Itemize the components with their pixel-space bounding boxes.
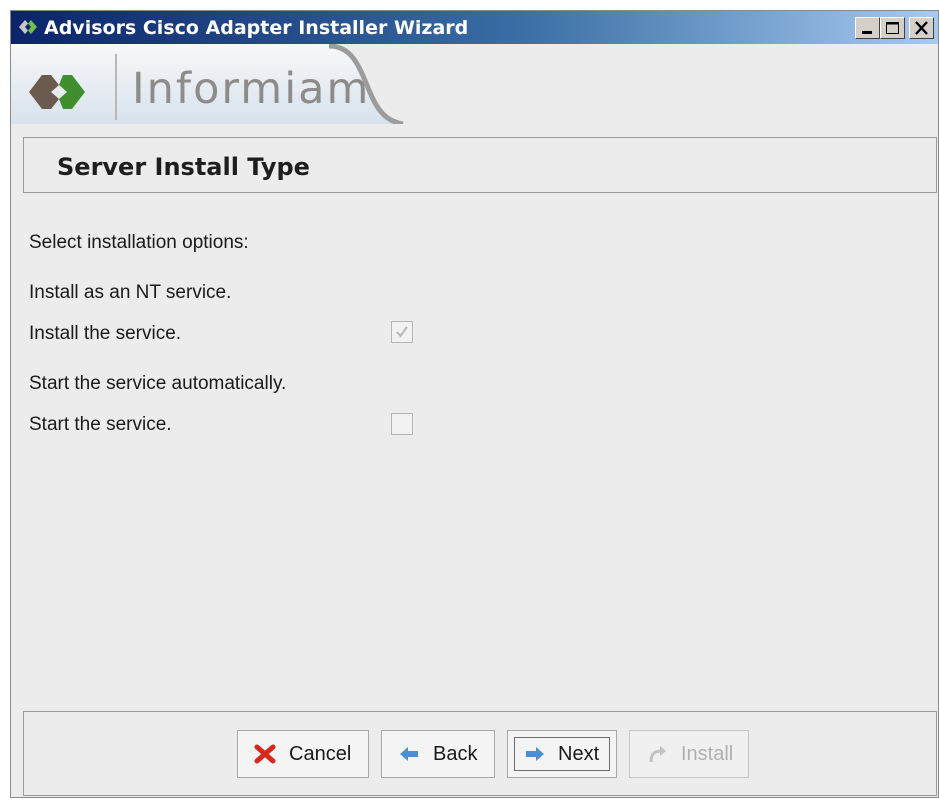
minimize-button[interactable] <box>855 17 880 39</box>
close-button[interactable] <box>909 17 934 39</box>
install-service-checkbox[interactable] <box>391 321 413 343</box>
brand-banner: Informiam <box>11 44 938 124</box>
maximize-button[interactable] <box>880 17 905 39</box>
install-service-label: Install the service. <box>29 323 182 344</box>
page-title: Server Install Type <box>57 153 310 181</box>
logo-divider <box>115 54 117 120</box>
cancel-button[interactable]: Cancel <box>237 730 369 778</box>
back-label: Back <box>433 743 478 765</box>
button-bar: Cancel Back Next Install <box>23 711 937 796</box>
back-button[interactable]: Back <box>381 730 495 778</box>
cancel-label: Cancel <box>289 743 352 765</box>
installer-window: Advisors Cisco Adapter Installer Wizard <box>10 10 939 798</box>
intro-text: Select installation options: <box>29 232 249 253</box>
minimize-icon <box>862 31 872 34</box>
checkmark-icon <box>396 326 408 338</box>
maximize-icon <box>886 22 899 34</box>
next-label: Next <box>558 743 600 765</box>
arrow-right-icon <box>526 747 544 761</box>
arrow-left-icon <box>400 747 418 761</box>
title-bar[interactable]: Advisors Cisco Adapter Installer Wizard <box>11 11 938 44</box>
install-label: Install <box>681 743 734 765</box>
install-arrow-icon <box>649 746 666 763</box>
step-header: Server Install Type <box>23 137 937 193</box>
cancel-x-icon <box>254 744 276 764</box>
window-title: Advisors Cisco Adapter Installer Wizard <box>44 17 469 39</box>
auto-start-heading: Start the service automatically. <box>29 373 287 394</box>
start-service-checkbox[interactable] <box>391 413 413 435</box>
informiam-logo-icon <box>29 75 85 109</box>
install-button[interactable]: Install <box>629 730 749 778</box>
nt-service-heading: Install as an NT service. <box>29 282 232 303</box>
next-button[interactable]: Next <box>507 730 617 778</box>
logo-wordmark: Informiam <box>132 64 371 114</box>
app-logo-icon <box>19 20 37 34</box>
close-icon <box>915 21 928 35</box>
start-service-label: Start the service. <box>29 414 172 435</box>
